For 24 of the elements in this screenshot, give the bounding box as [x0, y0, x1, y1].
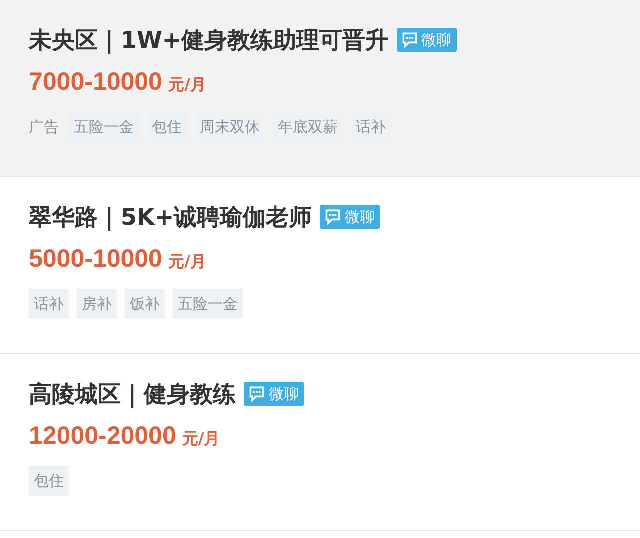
benefit-tag: 五险一金: [173, 289, 243, 319]
benefit-tag: 房补: [77, 289, 117, 319]
job-title[interactable]: 未央区｜1W+健身教练助理可晋升: [29, 24, 389, 56]
benefit-tag: 年底双薪: [273, 112, 343, 142]
chat-bubble-icon: [324, 208, 342, 226]
salary: 12000-20000: [29, 422, 176, 451]
salary-unit: 元/月: [168, 252, 206, 273]
benefit-tag: 话补: [29, 289, 69, 319]
benefit-tag: 周末双休: [195, 112, 265, 142]
salary: 7000-10000: [29, 68, 162, 97]
benefit-tag: 包住: [147, 112, 187, 142]
benefit-tag: 饭补: [125, 289, 165, 319]
salary-unit: 元/月: [168, 75, 206, 96]
chat-bubble-icon: [248, 385, 266, 403]
job-title[interactable]: 翠华路｜5K+诚聘瑜伽老师: [29, 202, 312, 232]
job-card[interactable]: 未央区｜1W+健身教练助理可晋升 微聊 7000-10000 元/月 广告 五险一金 包住 周末双休 年底双薪 话补: [0, 0, 640, 177]
benefit-tag: 五险一金: [69, 112, 139, 142]
ad-label: 广告: [29, 117, 60, 138]
salary: 5000-10000: [29, 245, 162, 274]
benefit-tag: 包住: [29, 466, 69, 496]
chat-bubble-icon: [400, 31, 419, 49]
salary-unit: 元/月: [182, 429, 220, 450]
benefit-tag: 话补: [351, 112, 391, 142]
job-title[interactable]: 高陵城区｜健身教练: [29, 378, 236, 410]
